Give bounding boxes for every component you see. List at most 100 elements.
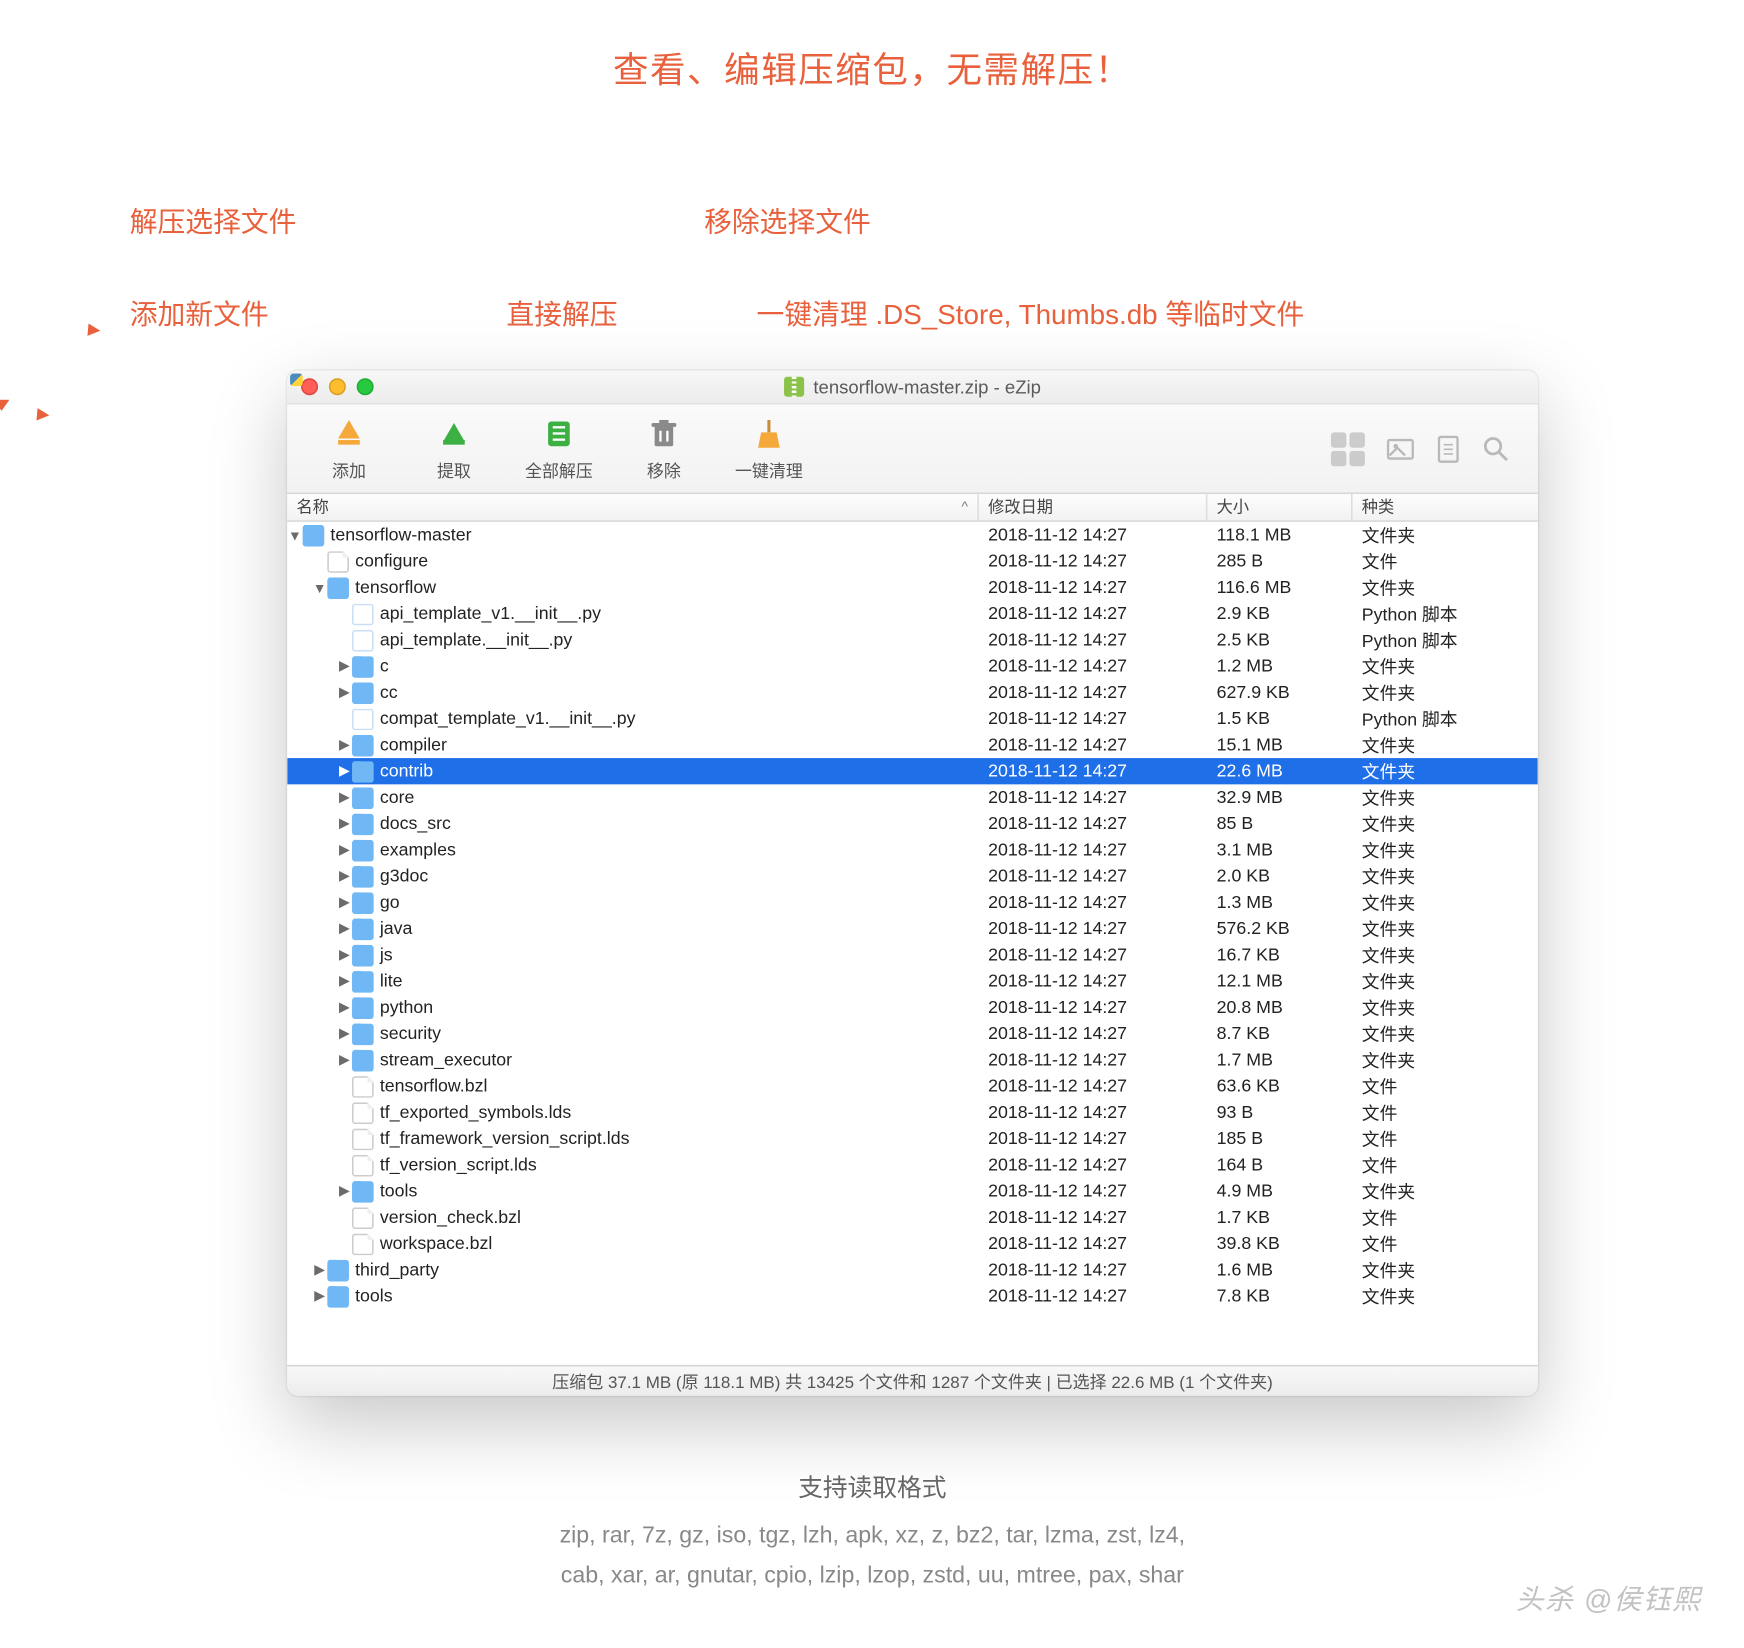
disclosure-icon[interactable]: ▶ [312,1288,327,1305]
table-row[interactable]: ▶docs_src2018-11-12 14:2785 B文件夹 [287,811,1538,837]
file-icon [352,1233,374,1255]
minimize-icon[interactable] [329,378,346,395]
disclosure-icon[interactable]: ▶ [337,894,352,911]
file-kind: 文件夹 [1353,733,1538,758]
table-row[interactable]: ▶security2018-11-12 14:278.7 KB文件夹 [287,1021,1538,1047]
table-row[interactable]: api_template.__init__.py2018-11-12 14:27… [287,627,1538,653]
disclosure-icon[interactable]: ▶ [337,763,352,780]
folder-icon [327,577,349,599]
app-window: tensorflow-master.zip - eZip 添加 提取 全部解压 … [287,371,1538,1396]
disclosure-icon[interactable]: ▶ [337,789,352,806]
file-date: 2018-11-12 14:27 [979,893,1208,912]
extract-all-button[interactable]: 全部解压 [506,407,611,490]
gallery-icon[interactable] [1387,435,1415,463]
file-kind: 文件夹 [1353,864,1538,889]
table-row[interactable]: ▶cc2018-11-12 14:27627.9 KB文件夹 [287,679,1538,705]
table-row[interactable]: ▶examples2018-11-12 14:273.1 MB文件夹 [287,837,1538,863]
disclosure-icon[interactable]: ▶ [337,841,352,858]
document-icon[interactable] [1436,435,1461,463]
hero-caption: 查看、编辑压缩包，无需解压！ [0,0,1744,127]
disclosure-icon[interactable]: ▶ [337,684,352,701]
titlebar[interactable]: tensorflow-master.zip - eZip [287,371,1538,405]
file-date: 2018-11-12 14:27 [979,1156,1208,1175]
file-kind: 文件夹 [1353,1284,1538,1309]
grid-view-icon[interactable] [1331,432,1365,466]
table-row[interactable]: ▶contrib2018-11-12 14:2722.6 MB文件夹 [287,758,1538,784]
disclosure-icon[interactable]: ▶ [337,973,352,990]
disclosure-icon[interactable]: ▶ [337,815,352,832]
search-icon[interactable] [1482,435,1510,463]
table-row[interactable]: ▶third_party2018-11-12 14:271.6 MB文件夹 [287,1257,1538,1283]
disclosure-icon[interactable]: ▶ [337,736,352,753]
table-row[interactable]: tf_framework_version_script.lds2018-11-1… [287,1126,1538,1152]
table-row[interactable]: ▶stream_executor2018-11-12 14:271.7 MB文件… [287,1047,1538,1073]
disclosure-icon[interactable]: ▶ [312,1261,327,1278]
disclosure-icon[interactable]: ▶ [337,1025,352,1042]
file-date: 2018-11-12 14:27 [979,1234,1208,1253]
file-kind: 文件夹 [1353,811,1538,836]
disclosure-icon[interactable]: ▶ [337,999,352,1016]
file-kind: 文件 [1353,549,1538,574]
close-icon[interactable] [301,378,318,395]
table-row[interactable]: ▶tools2018-11-12 14:277.8 KB文件夹 [287,1283,1538,1309]
file-name: go [380,893,400,912]
callout-remove-selected: 移除选择文件 [704,201,871,241]
zoom-icon[interactable] [357,378,374,395]
table-row[interactable]: tf_version_script.lds2018-11-12 14:27164… [287,1152,1538,1178]
table-row[interactable]: ▶go2018-11-12 14:271.3 MB文件夹 [287,889,1538,915]
table-row[interactable]: ▼tensorflow2018-11-12 14:27116.6 MB文件夹 [287,574,1538,600]
table-row[interactable]: ▶js2018-11-12 14:2716.7 KB文件夹 [287,942,1538,968]
file-size: 32.9 MB [1207,788,1352,807]
table-row[interactable]: ▶java2018-11-12 14:27576.2 KB文件夹 [287,916,1538,942]
file-kind: Python 脚本 [1353,628,1538,653]
file-date: 2018-11-12 14:27 [979,762,1208,781]
file-kind: 文件夹 [1353,969,1538,994]
table-row[interactable]: version_check.bzl2018-11-12 14:271.7 KB文… [287,1204,1538,1230]
cleanup-button[interactable]: 一键清理 [716,407,821,490]
file-date: 2018-11-12 14:27 [979,1287,1208,1306]
table-row[interactable]: api_template_v1.__init__.py2018-11-12 14… [287,601,1538,627]
extract-button[interactable]: 提取 [401,407,506,490]
column-headers[interactable]: 名称^ 修改日期 大小 种类 [287,494,1538,522]
file-date: 2018-11-12 14:27 [979,919,1208,938]
file-name: c [380,657,389,676]
table-row[interactable]: configure2018-11-12 14:27285 B文件 [287,548,1538,574]
table-row[interactable]: ▶c2018-11-12 14:271.2 MB文件夹 [287,653,1538,679]
header-modified: 修改日期 [979,494,1208,520]
file-name: tensorflow.bzl [380,1077,488,1096]
table-row[interactable]: tf_exported_symbols.lds2018-11-12 14:279… [287,1099,1538,1125]
table-row[interactable]: ▶core2018-11-12 14:2732.9 MB文件夹 [287,784,1538,810]
table-row[interactable]: tensorflow.bzl2018-11-12 14:2763.6 KB文件 [287,1073,1538,1099]
folder-icon [352,892,374,914]
file-kind: 文件夹 [1353,680,1538,705]
disclosure-icon[interactable]: ▼ [287,527,302,542]
disclosure-icon[interactable]: ▼ [312,580,327,595]
file-kind: 文件夹 [1353,759,1538,784]
disclosure-icon[interactable]: ▶ [337,868,352,885]
remove-button[interactable]: 移除 [611,407,716,490]
table-row[interactable]: ▶lite2018-11-12 14:2712.1 MB文件夹 [287,968,1538,994]
disclosure-icon[interactable]: ▶ [337,1183,352,1200]
file-kind: 文件夹 [1353,838,1538,863]
table-row[interactable]: compat_template_v1.__init__.py2018-11-12… [287,706,1538,732]
disclosure-icon[interactable]: ▶ [337,1051,352,1068]
file-list[interactable]: ▼tensorflow-master2018-11-12 14:27118.1 … [287,522,1538,1365]
add-button[interactable]: 添加 [296,407,401,490]
file-name: version_check.bzl [380,1208,521,1227]
file-date: 2018-11-12 14:27 [979,946,1208,965]
file-size: 15.1 MB [1207,736,1352,755]
table-row[interactable]: ▶compiler2018-11-12 14:2715.1 MB文件夹 [287,732,1538,758]
file-icon [352,1207,374,1229]
table-row[interactable]: ▼tensorflow-master2018-11-12 14:27118.1 … [287,522,1538,548]
table-row[interactable]: ▶g3doc2018-11-12 14:272.0 KB文件夹 [287,863,1538,889]
table-row[interactable]: ▶tools2018-11-12 14:274.9 MB文件夹 [287,1178,1538,1204]
file-size: 2.0 KB [1207,867,1352,886]
status-bar: 压缩包 37.1 MB (原 118.1 MB) 共 13425 个文件和 12… [287,1365,1538,1396]
disclosure-icon[interactable]: ▶ [337,946,352,963]
disclosure-icon[interactable]: ▶ [337,920,352,937]
file-name: tf_version_script.lds [380,1156,537,1175]
file-size: 627.9 KB [1207,683,1352,702]
table-row[interactable]: workspace.bzl2018-11-12 14:2739.8 KB文件 [287,1231,1538,1257]
table-row[interactable]: ▶python2018-11-12 14:2720.8 MB文件夹 [287,994,1538,1020]
disclosure-icon[interactable]: ▶ [337,658,352,675]
